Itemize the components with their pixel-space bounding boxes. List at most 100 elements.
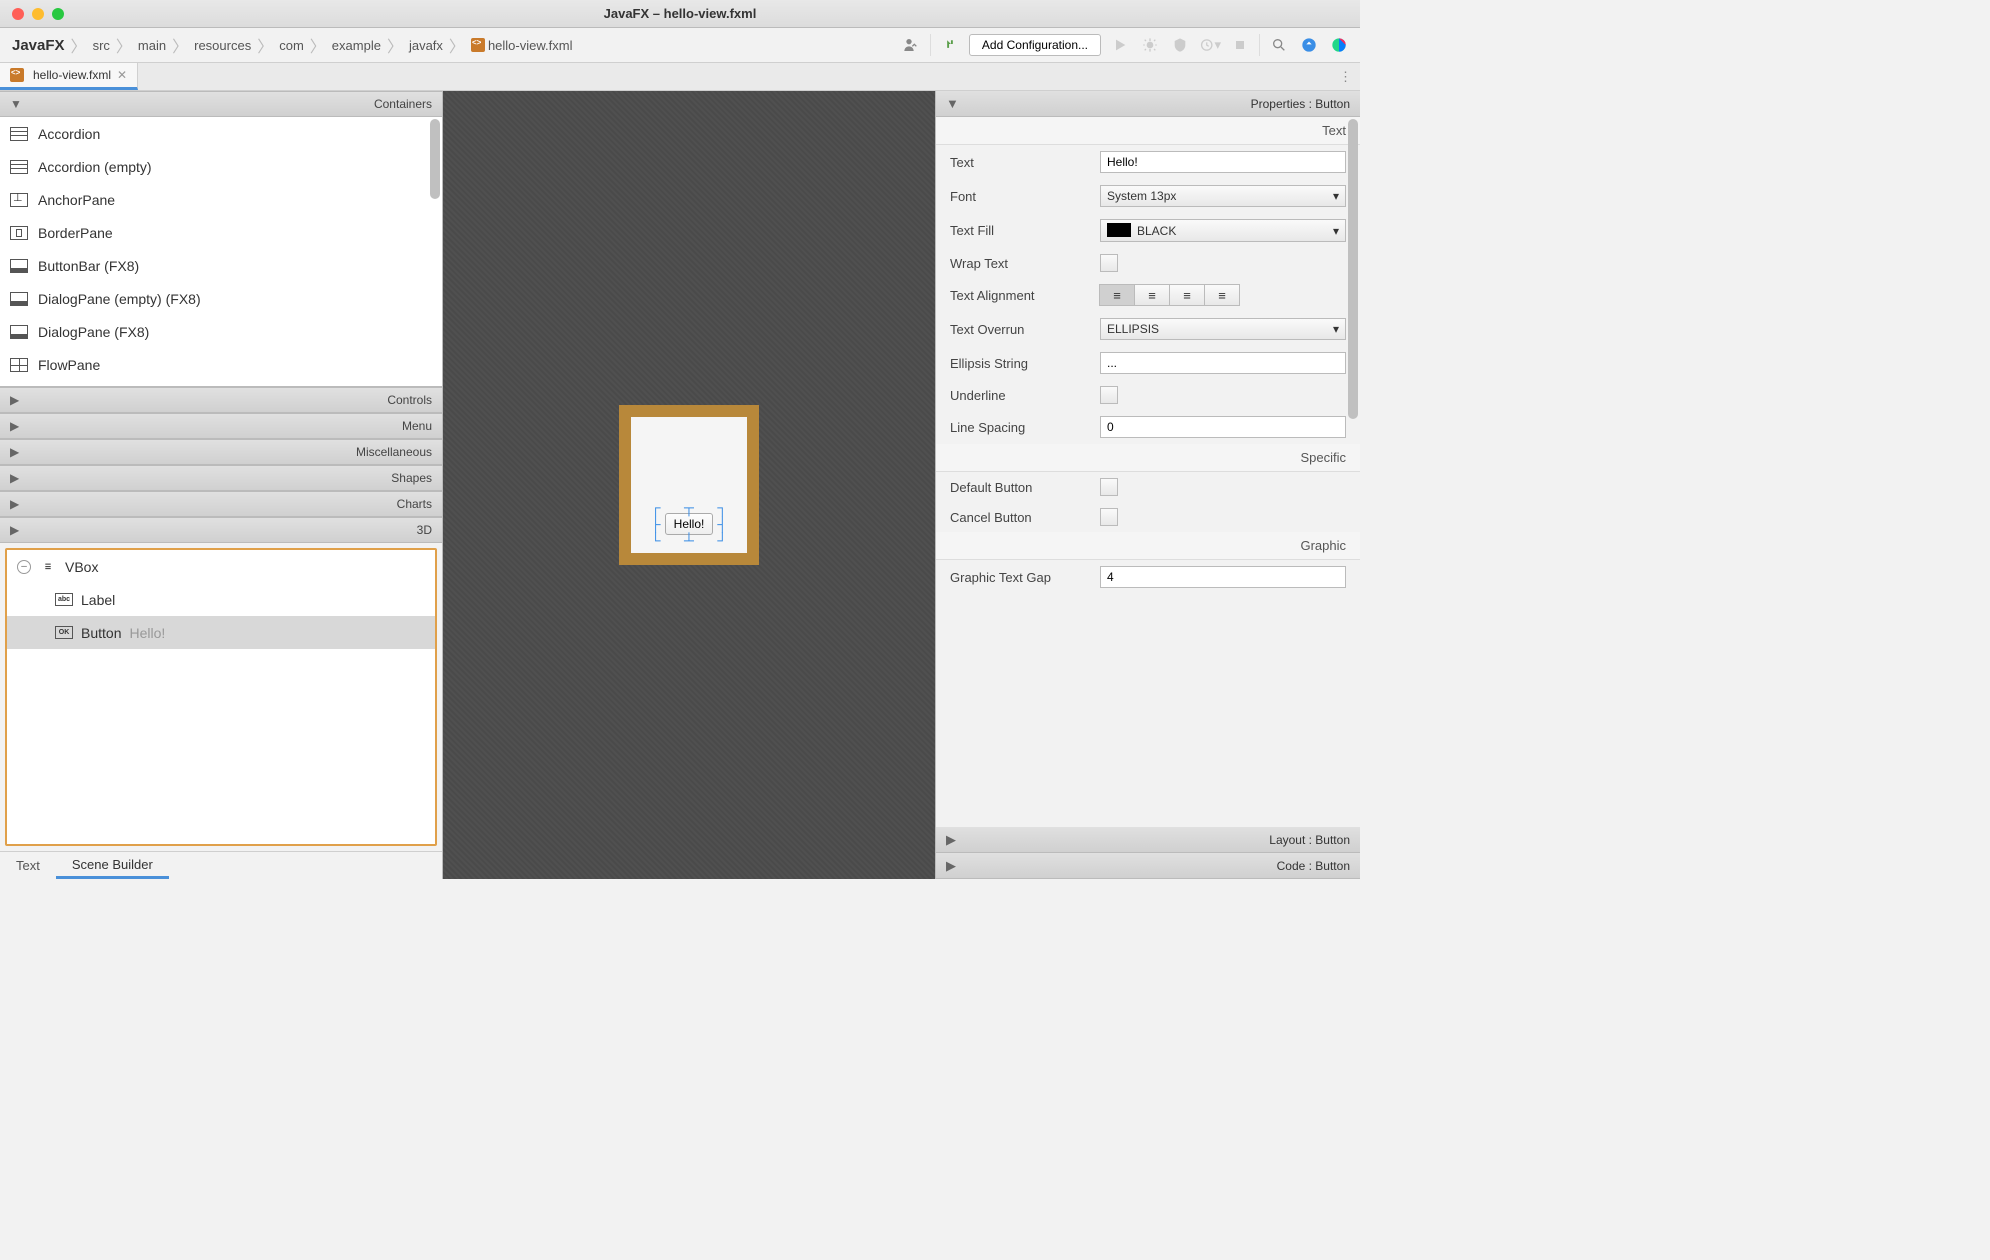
wrap-text-checkbox[interactable] bbox=[1100, 254, 1118, 272]
minimize-window-icon[interactable] bbox=[32, 8, 44, 20]
debug-icon[interactable] bbox=[1139, 34, 1161, 56]
breadcrumb-item[interactable]: main bbox=[136, 38, 168, 53]
flowpane-icon bbox=[10, 358, 28, 372]
containers-section-header[interactable]: ▼Containers bbox=[0, 91, 442, 117]
chevron-right-icon: 〉 bbox=[172, 33, 188, 57]
separator bbox=[1259, 34, 1260, 56]
chevron-right-icon: ▶ bbox=[10, 523, 22, 537]
text-input[interactable] bbox=[1100, 151, 1346, 173]
breadcrumb-item[interactable]: javafx bbox=[407, 38, 445, 53]
preview-frame: ┌┬┐ ├┤ └┴┘ Hello! bbox=[619, 405, 759, 565]
prop-label: Line Spacing bbox=[950, 420, 1090, 435]
chevron-right-icon: 〉 bbox=[449, 33, 465, 57]
default-button-checkbox[interactable] bbox=[1100, 478, 1118, 496]
container-item[interactable]: BorderPane bbox=[0, 216, 442, 249]
misc-section-header[interactable]: ▶Miscellaneous bbox=[0, 439, 442, 465]
charts-section-header[interactable]: ▶Charts bbox=[0, 491, 442, 517]
graphic-text-gap-input[interactable] bbox=[1100, 566, 1346, 588]
container-item[interactable]: FlowPane bbox=[0, 348, 442, 381]
container-item[interactable]: AnchorPane bbox=[0, 183, 442, 216]
prop-label: Text Overrun bbox=[950, 322, 1090, 337]
editor-mode-tabs: Text Scene Builder bbox=[0, 851, 442, 879]
align-left-button[interactable]: ≡ bbox=[1099, 284, 1135, 306]
run-icon[interactable] bbox=[1109, 34, 1131, 56]
breadcrumb-file[interactable]: hello-view.fxml bbox=[469, 38, 575, 53]
container-item[interactable]: GridPane bbox=[0, 381, 442, 387]
sync-icon[interactable] bbox=[1298, 34, 1320, 56]
prop-label: Wrap Text bbox=[950, 256, 1090, 271]
chevron-right-icon: ▶ bbox=[10, 471, 22, 485]
breadcrumb-root[interactable]: JavaFX bbox=[10, 37, 67, 54]
text-overrun-dropdown[interactable]: ELLIPSIS▾ bbox=[1100, 318, 1346, 340]
breadcrumb-item[interactable]: com bbox=[277, 38, 306, 53]
container-item[interactable]: Accordion (empty) bbox=[0, 150, 442, 183]
maximize-window-icon[interactable] bbox=[52, 8, 64, 20]
3d-section-header[interactable]: ▶3D bbox=[0, 517, 442, 543]
scene-builder-tab[interactable]: Scene Builder bbox=[56, 852, 169, 879]
stop-icon[interactable] bbox=[1229, 34, 1251, 56]
container-item[interactable]: DialogPane (FX8) bbox=[0, 315, 442, 348]
text-align-toggle: ≡ ≡ ≡ ≡ bbox=[1100, 284, 1346, 306]
properties-header[interactable]: ▼Properties : Button bbox=[936, 91, 1360, 117]
container-item[interactable]: Accordion bbox=[0, 117, 442, 150]
tabbar-menu-icon[interactable]: ⋮ bbox=[1331, 63, 1360, 90]
align-center-button[interactable]: ≡ bbox=[1134, 284, 1170, 306]
container-item[interactable]: DialogPane (empty) (FX8) bbox=[0, 282, 442, 315]
font-dropdown[interactable]: System 13px▾ bbox=[1100, 185, 1346, 207]
collapse-icon[interactable]: – bbox=[17, 560, 31, 574]
line-spacing-input[interactable] bbox=[1100, 416, 1346, 438]
main-toolbar: JavaFX 〉 src 〉 main 〉 resources 〉 com 〉 … bbox=[0, 28, 1360, 63]
chevron-right-icon: ▶ bbox=[10, 393, 22, 407]
controls-section-header[interactable]: ▶Controls bbox=[0, 387, 442, 413]
close-window-icon[interactable] bbox=[12, 8, 24, 20]
align-justify-button[interactable]: ≡ bbox=[1204, 284, 1240, 306]
underline-checkbox[interactable] bbox=[1100, 386, 1118, 404]
breadcrumb-item[interactable]: resources bbox=[192, 38, 253, 53]
chevron-right-icon: ▶ bbox=[946, 858, 956, 874]
preview-button[interactable]: Hello! bbox=[665, 513, 714, 535]
tree-node-label[interactable]: abc Label bbox=[7, 583, 435, 616]
container-item[interactable]: ButtonBar (FX8) bbox=[0, 249, 442, 282]
user-icon[interactable] bbox=[900, 34, 922, 56]
titlebar: JavaFX – hello-view.fxml bbox=[0, 0, 1360, 28]
prop-label: Font bbox=[950, 189, 1090, 204]
accordion-icon bbox=[10, 127, 28, 141]
close-tab-icon[interactable]: ✕ bbox=[117, 68, 127, 82]
app-window: JavaFX – hello-view.fxml JavaFX 〉 src 〉 … bbox=[0, 0, 1360, 879]
profile-icon[interactable]: ▾ bbox=[1199, 34, 1221, 56]
prop-label: Text bbox=[950, 155, 1090, 170]
cancel-button-checkbox[interactable] bbox=[1100, 508, 1118, 526]
code-header[interactable]: ▶Code : Button bbox=[936, 853, 1360, 879]
text-fill-dropdown[interactable]: BLACK▾ bbox=[1100, 219, 1346, 242]
tree-node-vbox[interactable]: – ☰ VBox bbox=[7, 550, 435, 583]
align-right-button[interactable]: ≡ bbox=[1169, 284, 1205, 306]
separator bbox=[930, 34, 931, 56]
chevron-right-icon: 〉 bbox=[71, 33, 87, 57]
scrollbar[interactable] bbox=[1348, 119, 1358, 419]
tab-label: hello-view.fxml bbox=[33, 68, 111, 82]
borderpane-icon bbox=[10, 226, 28, 240]
prop-label: Text Alignment bbox=[950, 288, 1090, 303]
vbox-icon: ☰ bbox=[39, 560, 57, 573]
breadcrumb-item[interactable]: src bbox=[91, 38, 112, 53]
editor-tab[interactable]: hello-view.fxml ✕ bbox=[0, 63, 138, 90]
dialogpane-icon bbox=[10, 325, 28, 339]
design-canvas[interactable]: ┌┬┐ ├┤ └┴┘ Hello! bbox=[443, 91, 935, 879]
menu-section-header[interactable]: ▶Menu bbox=[0, 413, 442, 439]
layout-header[interactable]: ▶Layout : Button bbox=[936, 827, 1360, 853]
breadcrumb-item[interactable]: example bbox=[330, 38, 383, 53]
build-icon[interactable] bbox=[939, 34, 961, 56]
breadcrumb: JavaFX 〉 src 〉 main 〉 resources 〉 com 〉 … bbox=[10, 33, 574, 57]
text-mode-tab[interactable]: Text bbox=[0, 852, 56, 879]
ellipsis-input[interactable] bbox=[1100, 352, 1346, 374]
preview-vbox[interactable]: ┌┬┐ ├┤ └┴┘ Hello! bbox=[631, 417, 747, 553]
search-icon[interactable] bbox=[1268, 34, 1290, 56]
shapes-section-header[interactable]: ▶Shapes bbox=[0, 465, 442, 491]
scrollbar[interactable] bbox=[430, 119, 440, 199]
run-config-button[interactable]: Add Configuration... bbox=[969, 34, 1101, 56]
anchorpane-icon bbox=[10, 193, 28, 207]
tree-node-button[interactable]: OK Button Hello! bbox=[7, 616, 435, 649]
ide-icon[interactable] bbox=[1328, 34, 1350, 56]
coverage-icon[interactable] bbox=[1169, 34, 1191, 56]
button-icon: OK bbox=[55, 626, 73, 639]
